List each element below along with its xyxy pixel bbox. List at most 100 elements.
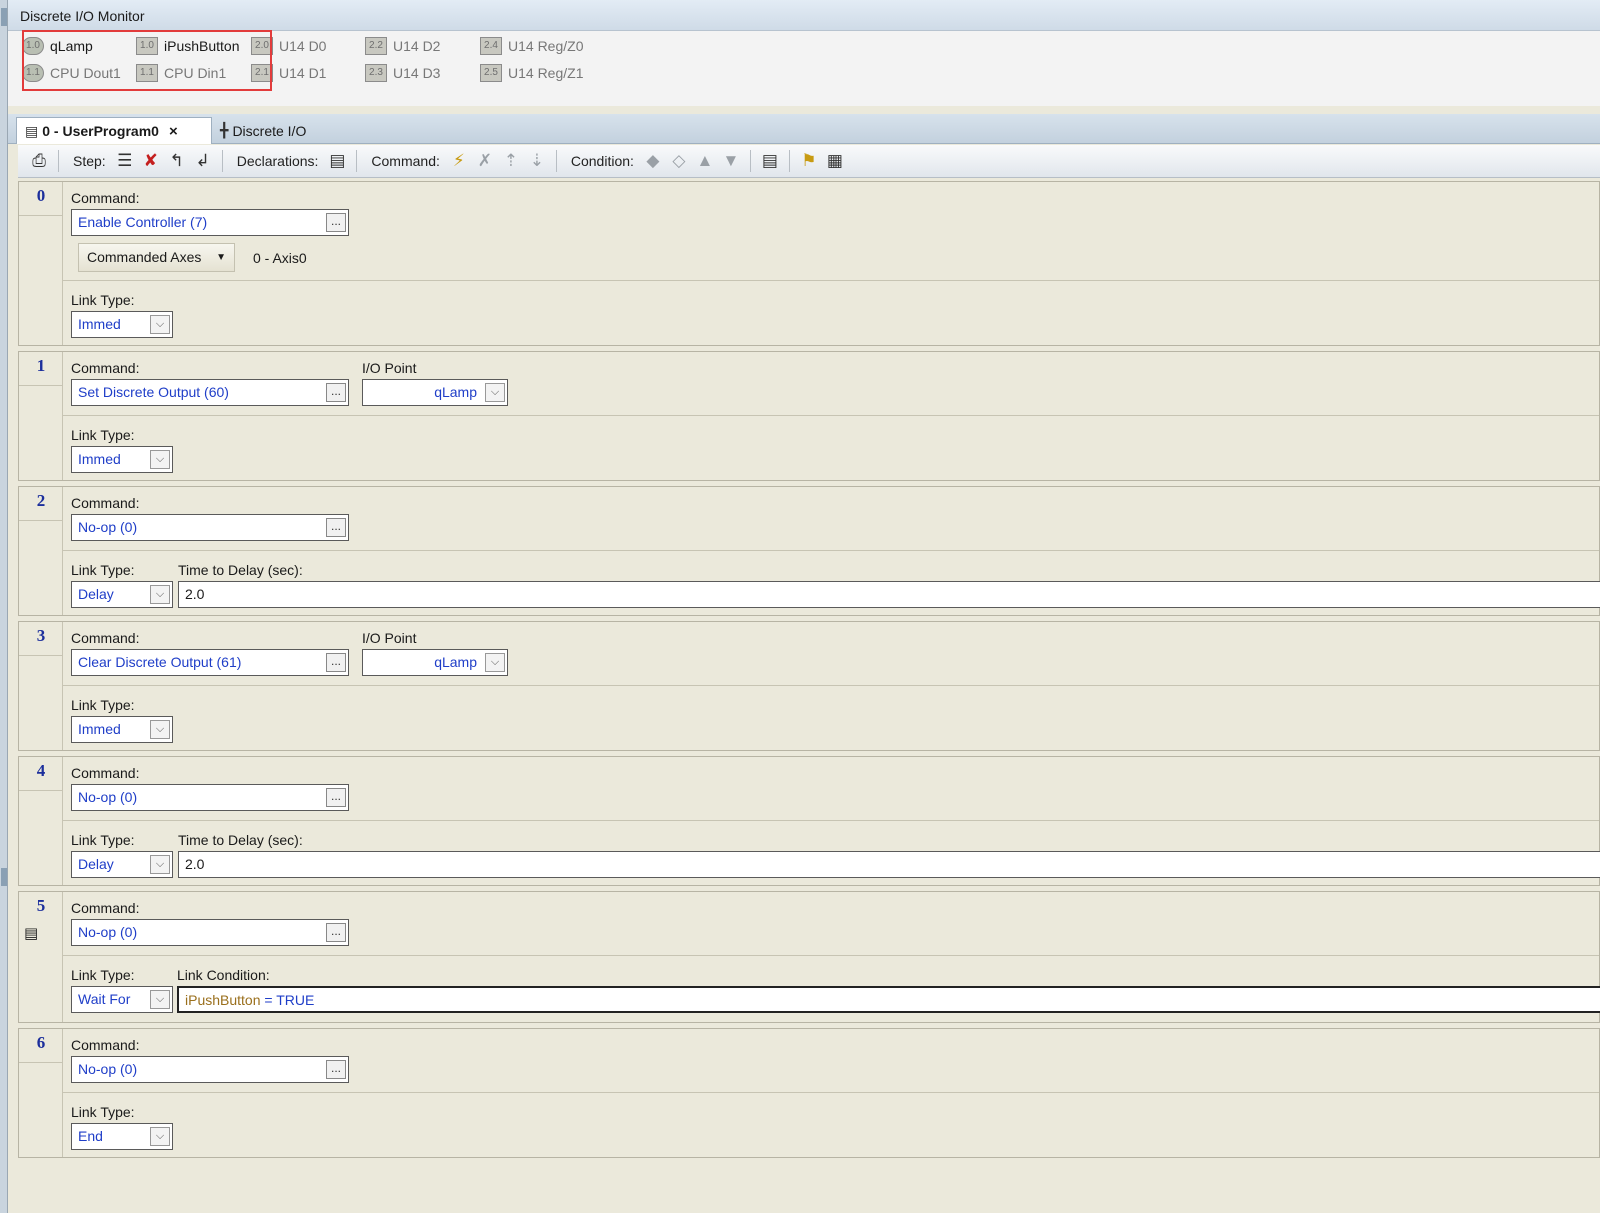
insert-step-icon[interactable]: ☰: [112, 151, 138, 171]
condition-label: Condition:: [570, 153, 634, 169]
command-browse-button[interactable]: ...: [326, 383, 346, 402]
step-6: 6 Command: No-op (0) ... Link Type: End …: [18, 1028, 1600, 1158]
program-icon: ▤: [25, 122, 39, 139]
command-field[interactable]: Clear Discrete Output (61) ...: [71, 649, 349, 676]
step-number: 6: [36, 1033, 46, 1052]
link-type-select[interactable]: Immed ⌵: [71, 446, 173, 473]
chevron-down-icon[interactable]: ⌵: [150, 1127, 170, 1146]
io-point-u14-reg-z0[interactable]: 2.4 U14 Reg/Z0: [480, 35, 583, 57]
command-field[interactable]: No-op (0) ...: [71, 784, 349, 811]
delete-step-icon[interactable]: ✘: [138, 151, 164, 171]
command-browse-button[interactable]: ...: [326, 213, 346, 232]
io-point-label: U14 D2: [393, 38, 441, 54]
command-browse-button[interactable]: ...: [326, 653, 346, 672]
condition-add-icon[interactable]: ◆: [640, 151, 666, 171]
command-value: Clear Discrete Output (61): [78, 654, 242, 670]
link-type-select[interactable]: Wait For ⌵: [71, 986, 173, 1013]
notes-icon[interactable]: ▤: [757, 151, 783, 171]
note-icon[interactable]: ▤: [24, 924, 38, 942]
section-divider: [63, 280, 1599, 281]
command-value: Enable Controller (7): [78, 214, 208, 230]
section-divider: [63, 685, 1599, 686]
condition-up-icon[interactable]: ▲: [692, 151, 718, 171]
condition-expression: = TRUE: [260, 992, 315, 1008]
comment-flag-icon[interactable]: ⚑: [796, 151, 822, 171]
command-field[interactable]: No-op (0) ...: [71, 1056, 349, 1083]
io-point-select[interactable]: qLamp ⌵: [362, 379, 508, 406]
io-point-u14-reg-z1[interactable]: 2.5 U14 Reg/Z1: [480, 62, 583, 84]
chevron-down-icon[interactable]: ⌵: [485, 653, 505, 672]
link-type-select[interactable]: Delay ⌵: [71, 581, 173, 608]
command-field[interactable]: No-op (0) ...: [71, 514, 349, 541]
condition-down-icon[interactable]: ▼: [718, 151, 744, 171]
chevron-down-icon[interactable]: ⌵: [150, 990, 170, 1009]
move-step-up-icon[interactable]: ↰: [164, 151, 190, 171]
step-number: 0: [36, 186, 46, 205]
command-lightning-icon[interactable]: ⚡: [446, 151, 472, 171]
command-value: No-op (0): [78, 1061, 138, 1077]
time-to-delay-label: Time to Delay (sec):: [178, 562, 303, 578]
condition-delete-icon[interactable]: ◇: [666, 151, 692, 171]
chevron-down-icon[interactable]: ⌵: [485, 383, 505, 402]
chevron-down-icon[interactable]: ⌵: [150, 585, 170, 604]
command-browse-button[interactable]: ...: [326, 518, 346, 537]
step-number: 3: [36, 626, 46, 645]
io-point-u14-d3[interactable]: 2.3 U14 D3: [365, 62, 440, 84]
link-type-select[interactable]: End ⌵: [71, 1123, 173, 1150]
toolbar-separator: [356, 150, 358, 172]
step-label: Step:: [73, 153, 106, 169]
link-condition-input[interactable]: iPushButton = TRUE: [177, 986, 1600, 1013]
io-point-label: U14 Reg/Z1: [508, 65, 584, 81]
time-to-delay-input[interactable]: 2.0: [178, 851, 1600, 878]
step-3: 3 Command: Clear Discrete Output (61) ..…: [18, 621, 1600, 751]
command-field[interactable]: No-op (0) ...: [71, 919, 349, 946]
step-number-cell: 4: [19, 757, 63, 885]
link-type-select[interactable]: Delay ⌵: [71, 851, 173, 878]
chevron-down-icon[interactable]: ⌵: [150, 720, 170, 739]
command-browse-button[interactable]: ...: [326, 788, 346, 807]
tab-discrete-io[interactable]: ╋ Discrete I/O: [212, 117, 314, 144]
section-divider: [63, 550, 1599, 551]
time-to-delay-input[interactable]: 2.0: [178, 581, 1600, 608]
listing-icon[interactable]: ▦: [822, 151, 848, 171]
io-point-value: qLamp: [434, 654, 477, 670]
commanded-axes-label: Commanded Axes: [87, 249, 202, 265]
command-label: Command:: [371, 153, 440, 169]
link-type-label: Link Type:: [71, 832, 135, 848]
io-point-label: U14 D3: [393, 65, 441, 81]
commanded-axes-button[interactable]: Commanded Axes ▼: [78, 243, 235, 272]
step-number-cell: 0: [19, 182, 63, 345]
command-field[interactable]: Set Discrete Output (60) ...: [71, 379, 349, 406]
link-type-label: Link Type:: [71, 967, 135, 983]
command-delete-icon[interactable]: ✗: [472, 151, 498, 171]
io-point-select[interactable]: qLamp ⌵: [362, 649, 508, 676]
command-up-icon[interactable]: ⇡: [498, 151, 524, 171]
command-label: Command:: [71, 360, 140, 376]
print-icon[interactable]: ⎙: [26, 151, 52, 171]
command-down-icon[interactable]: ⇣: [524, 151, 550, 171]
command-field[interactable]: Enable Controller (7) ...: [71, 209, 349, 236]
command-browse-button[interactable]: ...: [326, 1060, 346, 1079]
link-type-select[interactable]: Immed ⌵: [71, 311, 173, 338]
move-step-down-icon[interactable]: ↲: [190, 151, 216, 171]
close-icon[interactable]: ×: [169, 123, 178, 140]
declarations-icon[interactable]: ▤: [324, 151, 350, 171]
link-type-select[interactable]: Immed ⌵: [71, 716, 173, 743]
chevron-down-icon[interactable]: ⌵: [150, 315, 170, 334]
section-divider: [63, 955, 1599, 956]
toolbar-separator: [788, 150, 790, 172]
io-point-value: qLamp: [434, 384, 477, 400]
chevron-down-icon[interactable]: ⌵: [150, 450, 170, 469]
step-0: 0 Command: Enable Controller (7) ... Com…: [18, 181, 1600, 346]
io-point-u14-d2[interactable]: 2.2 U14 D2: [365, 35, 440, 57]
step-number-rule: [19, 655, 63, 656]
link-type-value: Immed: [78, 316, 121, 332]
step-number-cell: 3: [19, 622, 63, 750]
link-type-label: Link Type:: [71, 697, 135, 713]
tab-userprogram0[interactable]: ▤ 0 - UserProgram0 ×: [16, 117, 212, 144]
section-divider: [63, 820, 1599, 821]
chevron-down-icon[interactable]: ⌵: [150, 855, 170, 874]
command-label: Command:: [71, 630, 140, 646]
command-browse-button[interactable]: ...: [326, 923, 346, 942]
condition-variable: iPushButton: [185, 992, 261, 1008]
